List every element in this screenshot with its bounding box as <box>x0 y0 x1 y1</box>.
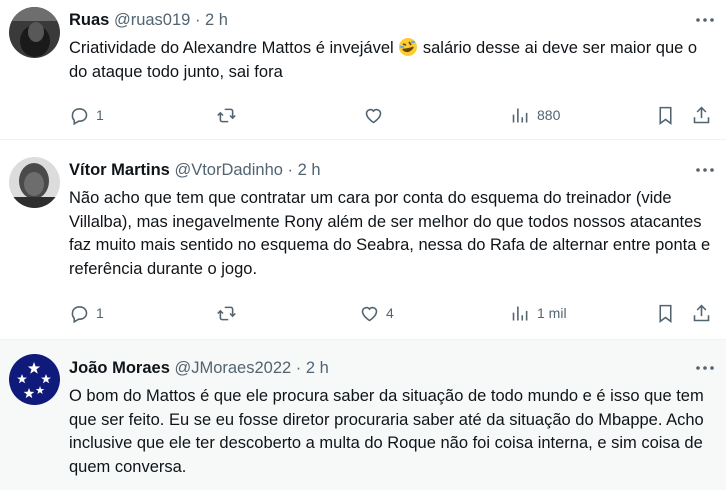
action-bar: 1 880 <box>69 103 714 127</box>
view-count: 880 <box>537 107 561 123</box>
share-icon <box>693 304 710 321</box>
author-name[interactable]: Vítor Martins <box>69 161 170 179</box>
author-handle[interactable]: @VtorDadinho <box>174 161 282 179</box>
more-icon[interactable] <box>693 10 717 30</box>
author-name[interactable]: João Moraes <box>69 359 170 377</box>
avatar[interactable] <box>9 354 60 405</box>
bookmark-button[interactable] <box>655 103 676 127</box>
reply-button[interactable]: 1 <box>69 301 104 325</box>
tweet-text: O bom do Mattos é que ele procura saber … <box>69 387 704 476</box>
author-handle[interactable]: @ruas019 <box>114 11 190 29</box>
reply-button[interactable]: 1 <box>69 103 104 127</box>
reply-icon <box>71 305 88 323</box>
bookmark-button[interactable] <box>655 301 676 325</box>
more-icon[interactable] <box>693 160 717 180</box>
author-name[interactable]: Ruas <box>69 11 109 29</box>
retweet-icon <box>217 306 236 320</box>
timestamp[interactable]: 2 h <box>298 161 321 179</box>
tweet-text: Criatividade do Alexandre Mattos é invej… <box>69 37 714 84</box>
bookmark-icon <box>659 106 672 125</box>
reply-count: 1 <box>96 107 104 123</box>
tweet-text: Não acho que tem que contratar um cara p… <box>69 189 711 278</box>
avatar[interactable] <box>9 157 60 208</box>
like-count: 4 <box>386 305 394 321</box>
more-icon[interactable] <box>693 358 717 378</box>
separator-dot: · <box>295 359 302 377</box>
tweet-header: Ruas @ruas019 · 2 h <box>69 10 228 30</box>
views-icon <box>512 108 528 122</box>
view-count: 1 mil <box>537 305 567 321</box>
timestamp[interactable]: 2 h <box>306 359 329 377</box>
retweet-icon <box>217 108 236 122</box>
share-button[interactable] <box>691 103 712 127</box>
reply-icon <box>71 107 88 125</box>
reply-count: 1 <box>96 305 104 321</box>
author-handle[interactable]: @JMoraes2022 <box>174 359 291 377</box>
separator-dot: · <box>194 11 201 29</box>
reply-feed: Ruas @ruas019 · 2 h Criatividade do Alex… <box>0 0 726 490</box>
like-icon <box>365 108 382 123</box>
separator-dot: · <box>287 161 294 179</box>
retweet-button[interactable] <box>216 103 243 127</box>
timestamp[interactable]: 2 h <box>205 11 228 29</box>
share-button[interactable] <box>691 301 712 325</box>
share-icon <box>693 106 710 123</box>
like-icon <box>361 306 378 321</box>
like-button[interactable] <box>363 103 390 127</box>
avatar[interactable] <box>9 7 60 58</box>
tweet-header: Vítor Martins @VtorDadinho · 2 h <box>69 160 321 180</box>
retweet-button[interactable] <box>216 301 243 325</box>
views-button[interactable]: 880 <box>510 103 560 127</box>
rolling-on-floor-laughing-emoji <box>398 37 418 57</box>
like-button[interactable]: 4 <box>359 301 394 325</box>
action-bar: 1 4 1 mil <box>69 301 714 325</box>
bookmark-icon <box>659 304 672 323</box>
tweet-text-part: Criatividade do Alexandre Mattos é invej… <box>69 39 399 57</box>
tweet-header: João Moraes @JMoraes2022 · 2 h <box>69 358 329 378</box>
views-icon <box>512 306 528 320</box>
views-button[interactable]: 1 mil <box>510 301 567 325</box>
